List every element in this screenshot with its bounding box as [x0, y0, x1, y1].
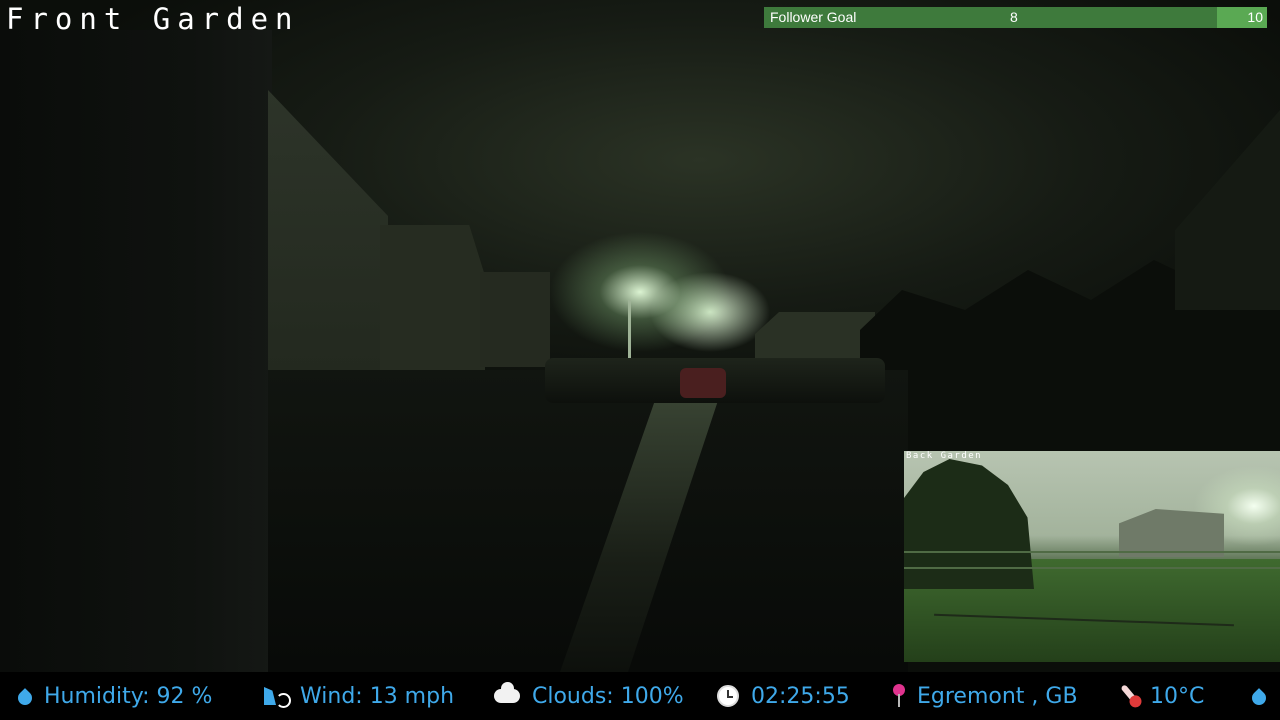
clock-icon	[717, 685, 739, 707]
temperature-text: 10°C	[1150, 683, 1205, 709]
humidity-text: Humidity: 92 %	[44, 683, 213, 709]
location-item: Egremont , GB	[893, 672, 1078, 720]
windsock-icon	[262, 685, 291, 708]
time-text: 02:25:55	[751, 683, 850, 709]
pip-camera-title: Back Garden	[906, 451, 983, 461]
back-garden-camera-pip: Back Garden	[904, 451, 1280, 662]
house-left-2	[380, 225, 485, 370]
thermometer-icon	[1117, 682, 1144, 711]
pip-building	[1119, 509, 1224, 557]
temperature-item: 10°C	[1124, 672, 1204, 720]
trailing-drop-item	[1249, 672, 1278, 720]
house-left	[268, 90, 388, 370]
follower-goal-bar: Follower Goal 8 10	[764, 7, 1267, 28]
wind-text: Wind: 13 mph	[300, 683, 455, 709]
red-car	[680, 368, 726, 398]
street-lamp	[628, 300, 631, 362]
map-pin-icon	[893, 684, 905, 708]
wind-item: Wind: 13 mph	[262, 672, 454, 720]
house-left-3	[480, 272, 550, 367]
clouds-item: Clouds: 100%	[494, 672, 684, 720]
follower-goal-target: 10	[1247, 9, 1263, 25]
water-drop-icon	[15, 688, 35, 708]
follower-goal-label: Follower Goal	[770, 9, 857, 25]
pip-trees	[904, 459, 1034, 589]
camera-title: Front Garden	[6, 2, 300, 36]
location-text: Egremont , GB	[917, 683, 1078, 709]
time-item: 02:25:55	[717, 672, 850, 720]
water-drop-icon	[1249, 688, 1269, 708]
follower-goal-current: 8	[1010, 9, 1018, 25]
pip-fence	[904, 551, 1280, 569]
stream-overlay: Front Garden Follower Goal 8 10 Back Gar…	[0, 0, 1280, 720]
house-right	[1175, 110, 1280, 310]
weather-info-bar: Humidity: 92 % Wind: 13 mph Clouds: 100%…	[0, 672, 1280, 720]
dark-wall-foreground	[0, 30, 272, 672]
cloud-icon	[494, 682, 520, 703]
humidity-item: Humidity: 92 %	[15, 672, 213, 720]
clouds-text: Clouds: 100%	[532, 683, 684, 709]
